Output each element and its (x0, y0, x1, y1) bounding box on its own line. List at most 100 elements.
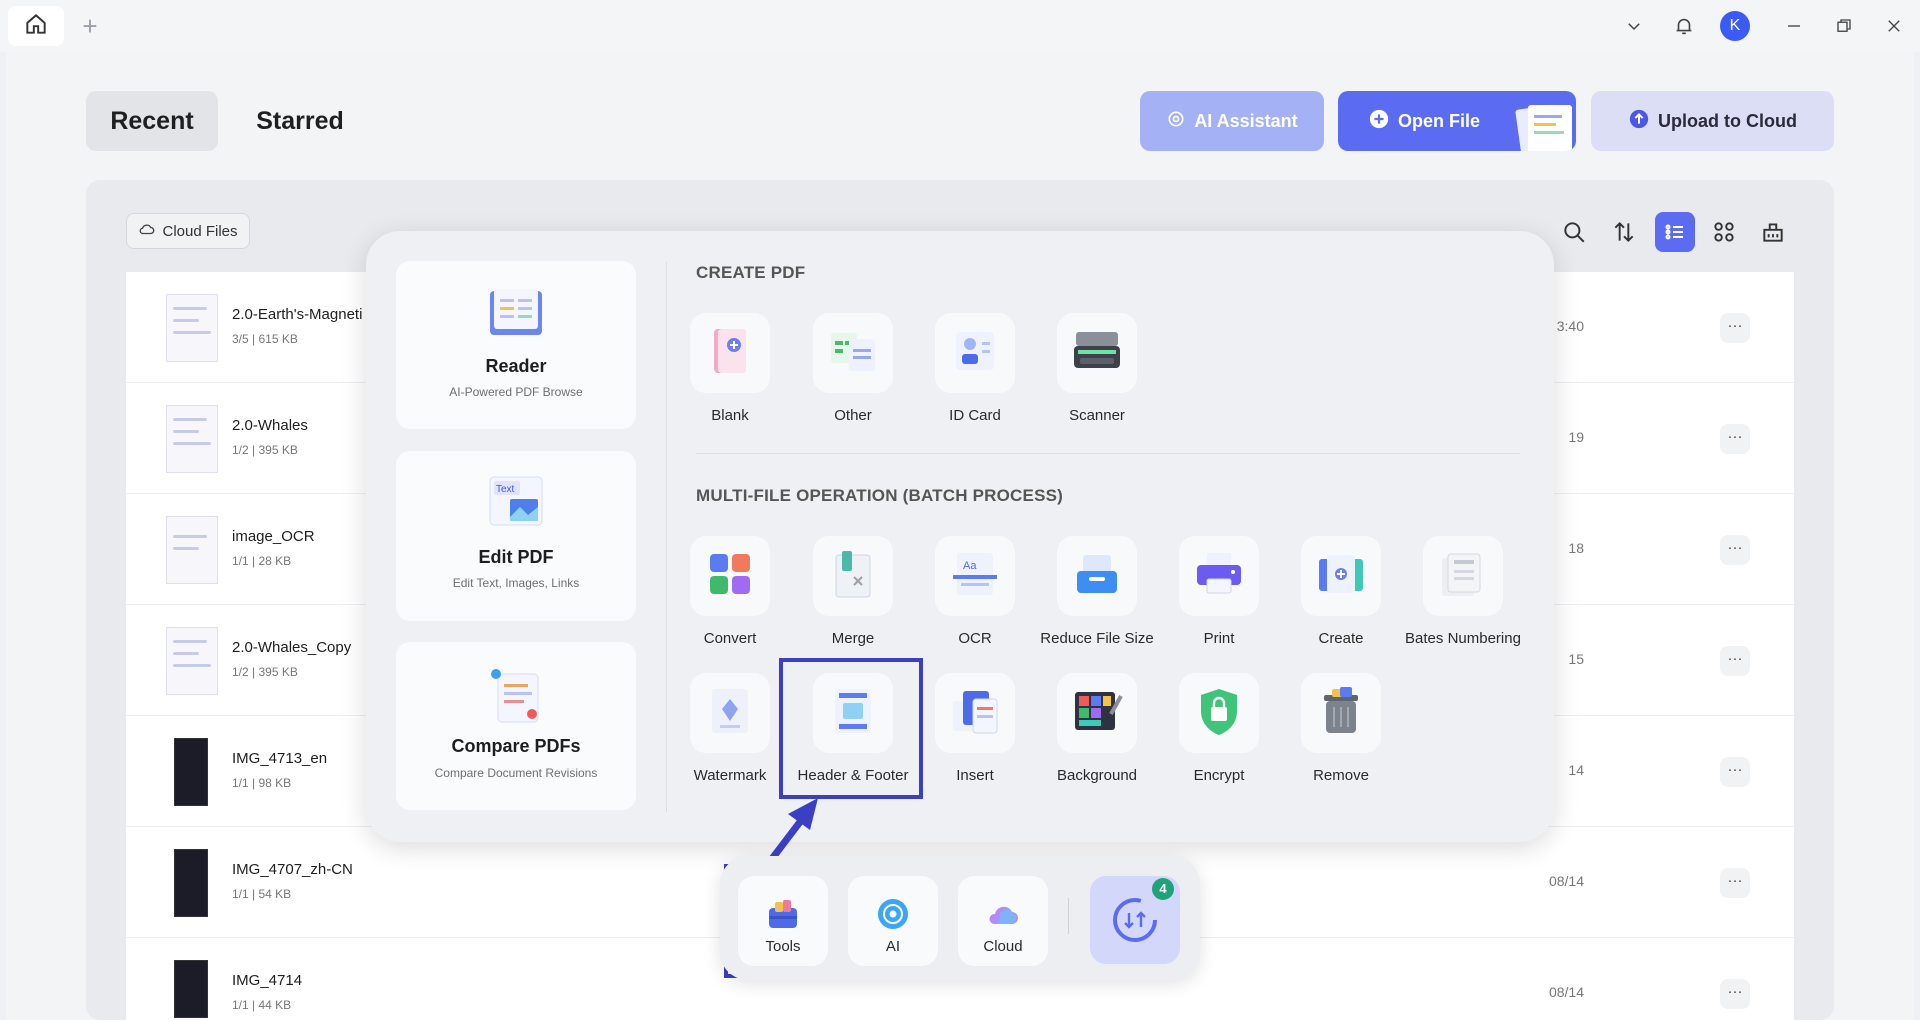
cloud-files-label: Cloud Files (162, 222, 238, 240)
card-subtitle: AI-Powered PDF Browse (449, 385, 583, 399)
dock-ai-button[interactable]: AI (848, 876, 938, 966)
tool-blank[interactable]: Blank (670, 313, 790, 424)
file-meta: 1/1 | 44 KB (232, 998, 292, 1012)
grid-view-icon[interactable] (1706, 214, 1742, 250)
more-options-button[interactable]: ··· (1720, 979, 1750, 1009)
dock-tools-button[interactable]: Tools (738, 876, 828, 966)
file-meta: 1/1 | 98 KB (232, 776, 292, 790)
list-view-icon[interactable] (1655, 212, 1695, 252)
background-icon (1071, 686, 1123, 741)
clear-basket-icon[interactable] (1755, 214, 1791, 250)
sync-count-badge: 4 (1152, 878, 1174, 900)
toolbox-icon (765, 896, 801, 932)
restore-icon[interactable] (1830, 12, 1858, 40)
more-options-button[interactable]: ··· (1720, 757, 1750, 787)
file-thumbnail (166, 405, 218, 473)
dock-label: Cloud (983, 938, 1023, 955)
home-tab[interactable] (8, 6, 64, 46)
card-subtitle: Compare Document Revisions (434, 766, 598, 780)
plus-circle-icon (1368, 108, 1390, 135)
scanner-icon (1070, 326, 1124, 381)
file-date: 15 (1568, 651, 1584, 667)
tool-label: Background (1056, 767, 1138, 784)
file-name: 2.0-Whales (232, 417, 308, 434)
tool-label: Bates Numbering (1405, 630, 1521, 647)
tool-encrypt[interactable]: Encrypt (1159, 673, 1279, 784)
tool-label: ID Card (949, 407, 1001, 424)
tool-create[interactable]: Create (1281, 536, 1401, 647)
svg-text:Text: Text (496, 484, 515, 495)
more-options-button[interactable]: ··· (1720, 424, 1750, 454)
sort-icon[interactable] (1606, 214, 1642, 250)
tool-id-card[interactable]: ID Card (915, 313, 1035, 424)
tool-other[interactable]: Other (793, 313, 913, 424)
tool-convert[interactable]: Convert (670, 536, 790, 647)
cloud-icon (138, 220, 156, 242)
reduce-file-size-icon (1071, 549, 1123, 604)
file-thumbnail (166, 294, 218, 362)
trash-icon (1318, 685, 1364, 742)
tool-bates-numbering[interactable]: Bates Numbering (1403, 536, 1523, 647)
card-title: Reader (485, 356, 547, 376)
file-meta: 1/2 | 395 KB (232, 665, 298, 679)
print-icon (1193, 549, 1245, 604)
edit-pdf-card[interactable]: Text Edit PDF Edit Text, Images, Links (396, 451, 636, 621)
dock-label: Tools (765, 938, 801, 955)
ai-assistant-label: AI Assistant (1194, 110, 1298, 131)
close-icon[interactable] (1880, 12, 1908, 40)
tool-label: Create (1318, 630, 1364, 647)
merge-icon (828, 547, 878, 606)
open-file-button[interactable]: Open File (1338, 91, 1576, 151)
tool-watermark[interactable]: Watermark (670, 673, 790, 784)
id-card-icon (950, 326, 1000, 381)
file-date: 08/14 (1548, 984, 1584, 1000)
bates-numbering-icon (1438, 548, 1488, 605)
tool-background[interactable]: Background (1037, 673, 1157, 784)
compare-pdfs-icon (486, 666, 546, 731)
tool-remove[interactable]: Remove (1281, 673, 1401, 784)
other-format-icon (827, 325, 879, 382)
tool-merge[interactable]: Merge (793, 536, 913, 647)
more-options-button[interactable]: ··· (1720, 313, 1750, 343)
header-footer-highlight (779, 658, 923, 799)
more-options-button[interactable]: ··· (1720, 868, 1750, 898)
file-thumbnail (166, 627, 218, 695)
upload-to-cloud-button[interactable]: Upload to Cloud (1591, 91, 1834, 151)
cloud-files-button[interactable]: Cloud Files (126, 213, 250, 249)
tool-ocr[interactable]: Aa OCR (915, 536, 1035, 647)
blank-pdf-icon (706, 325, 754, 382)
tab-recent[interactable]: Recent (86, 91, 218, 151)
title-bar: + K (0, 0, 1920, 52)
upload-to-cloud-label: Upload to Cloud (1658, 110, 1797, 131)
tool-label: Convert (703, 630, 757, 647)
cloud-icon (985, 896, 1021, 932)
dock-cloud-button[interactable]: Cloud (958, 876, 1048, 966)
new-tab-button[interactable]: + (78, 10, 102, 42)
tool-label: Watermark (693, 767, 767, 784)
file-name: IMG_4707_zh-CN (232, 861, 353, 878)
more-options-button[interactable]: ··· (1720, 646, 1750, 676)
section-create-pdf: CREATE PDF (696, 263, 806, 282)
minimize-icon[interactable] (1780, 12, 1808, 40)
tool-reduce-file-size[interactable]: Reduce File Size (1037, 536, 1157, 647)
reader-card[interactable]: Reader AI-Powered PDF Browse (396, 261, 636, 429)
ai-assistant-button[interactable]: AI Assistant (1140, 91, 1324, 151)
lock-icon (1195, 685, 1243, 742)
tab-starred[interactable]: Starred (236, 91, 364, 151)
tool-scanner[interactable]: Scanner (1037, 313, 1157, 424)
file-date: 14 (1568, 762, 1584, 778)
compare-pdfs-card[interactable]: Compare PDFs Compare Document Revisions (396, 642, 636, 810)
more-options-button[interactable]: ··· (1720, 535, 1750, 565)
file-date: 19 (1568, 429, 1584, 445)
open-file-label: Open File (1398, 110, 1481, 131)
tool-insert[interactable]: Insert (915, 673, 1035, 784)
tool-print[interactable]: Print (1159, 536, 1279, 647)
file-date: 18 (1568, 540, 1584, 556)
file-meta: 3/5 | 615 KB (232, 332, 298, 346)
chevron-down-icon[interactable] (1620, 12, 1648, 40)
bell-icon[interactable] (1670, 12, 1698, 40)
avatar[interactable]: K (1720, 11, 1750, 41)
upload-icon (1628, 108, 1650, 135)
search-icon[interactable] (1556, 214, 1592, 250)
ocr-icon: Aa (949, 549, 1001, 604)
